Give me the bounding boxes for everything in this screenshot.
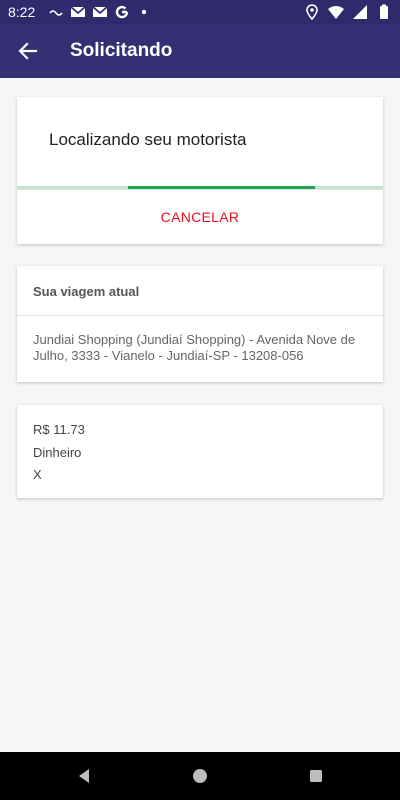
- home-circle-icon: [193, 769, 207, 783]
- searching-driver-text: Localizando seu motorista: [49, 130, 247, 149]
- trip-header-label: Sua viagem atual: [33, 284, 140, 299]
- payment-card: R$ 11.73 Dinheiro X: [17, 405, 383, 498]
- payment-extra: X: [33, 467, 42, 482]
- cancel-button[interactable]: CANCELAR: [17, 189, 383, 244]
- google-icon: [115, 5, 129, 19]
- page-title: Solicitando: [70, 40, 173, 61]
- system-nav-bar: [0, 752, 400, 800]
- system-icons: [304, 4, 392, 20]
- trip-destination-address: Jundiai Shopping (Jundiaí Shopping) - Av…: [33, 332, 356, 363]
- back-triangle-icon: [79, 769, 89, 783]
- status-time: 8:22: [8, 4, 36, 20]
- current-trip-card: Sua viagem atual Jundiai Shopping (Jundi…: [17, 266, 383, 382]
- status-bar: 8:22: [0, 0, 400, 24]
- nav-back-button[interactable]: [74, 766, 94, 786]
- signal-icon: [353, 5, 367, 19]
- wifi-icon: [328, 6, 344, 19]
- arrow-left-icon: [18, 42, 38, 60]
- ellipsis-icon: [49, 10, 63, 16]
- location-icon: [306, 4, 318, 20]
- back-button[interactable]: [12, 35, 44, 67]
- dot-icon: [141, 9, 147, 15]
- gmail-icon: [70, 6, 86, 17]
- recents-square-icon: [310, 770, 322, 782]
- app-bar: Solicitando: [0, 24, 400, 78]
- battery-icon: [380, 4, 388, 19]
- gmail-icon: [92, 6, 108, 17]
- payment-method: Dinheiro: [33, 445, 82, 460]
- trip-header: Sua viagem atual: [17, 266, 383, 316]
- nav-home-button[interactable]: [190, 766, 210, 786]
- nav-recents-button[interactable]: [306, 766, 326, 786]
- driver-search-card: Localizando seu motorista CANCELAR: [17, 97, 383, 244]
- trip-price: R$ 11.73: [33, 422, 85, 437]
- notification-icons: [48, 4, 152, 20]
